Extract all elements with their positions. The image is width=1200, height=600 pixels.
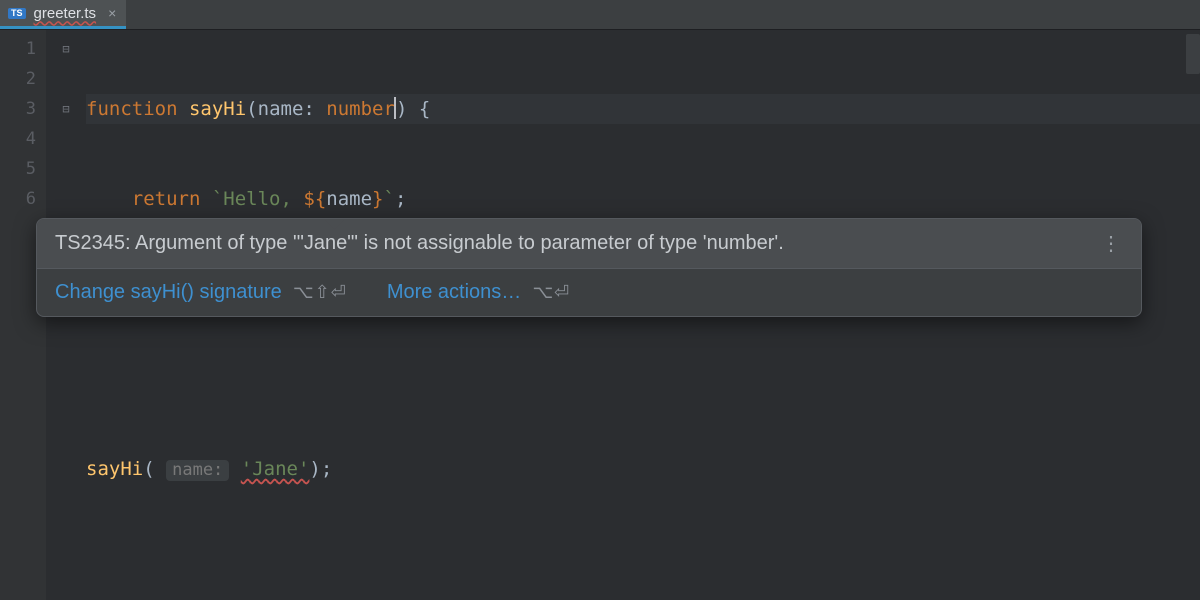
more-actions[interactable]: More actions…: [387, 281, 522, 303]
fold-open-icon[interactable]: ⊟: [62, 34, 69, 64]
fix-signature-action[interactable]: Change sayHi() signature: [55, 281, 282, 303]
line-number: 2: [0, 64, 46, 94]
line-number: 6: [0, 184, 46, 214]
line-number: 3: [0, 94, 46, 124]
shortcut-hint: ⌥⇧⏎: [293, 282, 347, 302]
error-message: TS2345: Argument of type '"Jane"' is not…: [55, 232, 784, 255]
code-line: [86, 364, 1200, 394]
tab-filename: greeter.ts: [34, 5, 97, 22]
close-icon[interactable]: ×: [108, 5, 116, 21]
tab-bar: TS greeter.ts ×: [0, 0, 1200, 30]
tooltip-header: TS2345: Argument of type '"Jane"' is not…: [37, 219, 1141, 269]
fold-close-icon[interactable]: ⊟: [62, 94, 69, 124]
error-squiggle: 'Jane': [241, 458, 310, 480]
kebab-icon[interactable]: ⋮: [1101, 231, 1123, 256]
tab-greeter[interactable]: TS greeter.ts ×: [0, 0, 126, 29]
scrollbar[interactable]: [1186, 34, 1200, 74]
code-line: sayHi( name: 'Jane');: [86, 454, 1200, 484]
ts-file-icon: TS: [8, 8, 26, 19]
inlay-hint: name:: [166, 460, 229, 481]
line-number: 1: [0, 34, 46, 64]
error-tooltip: TS2345: Argument of type '"Jane"' is not…: [36, 218, 1142, 317]
tooltip-actions: Change sayHi() signature ⌥⇧⏎ More action…: [37, 269, 1141, 316]
code-line: [86, 544, 1200, 574]
code-line: function sayHi(name: number) {: [86, 94, 1200, 124]
line-number: 4: [0, 124, 46, 154]
shortcut-hint: ⌥⏎: [532, 282, 570, 302]
line-number: 5: [0, 154, 46, 184]
code-line: return `Hello, ${name}`;: [86, 184, 1200, 214]
